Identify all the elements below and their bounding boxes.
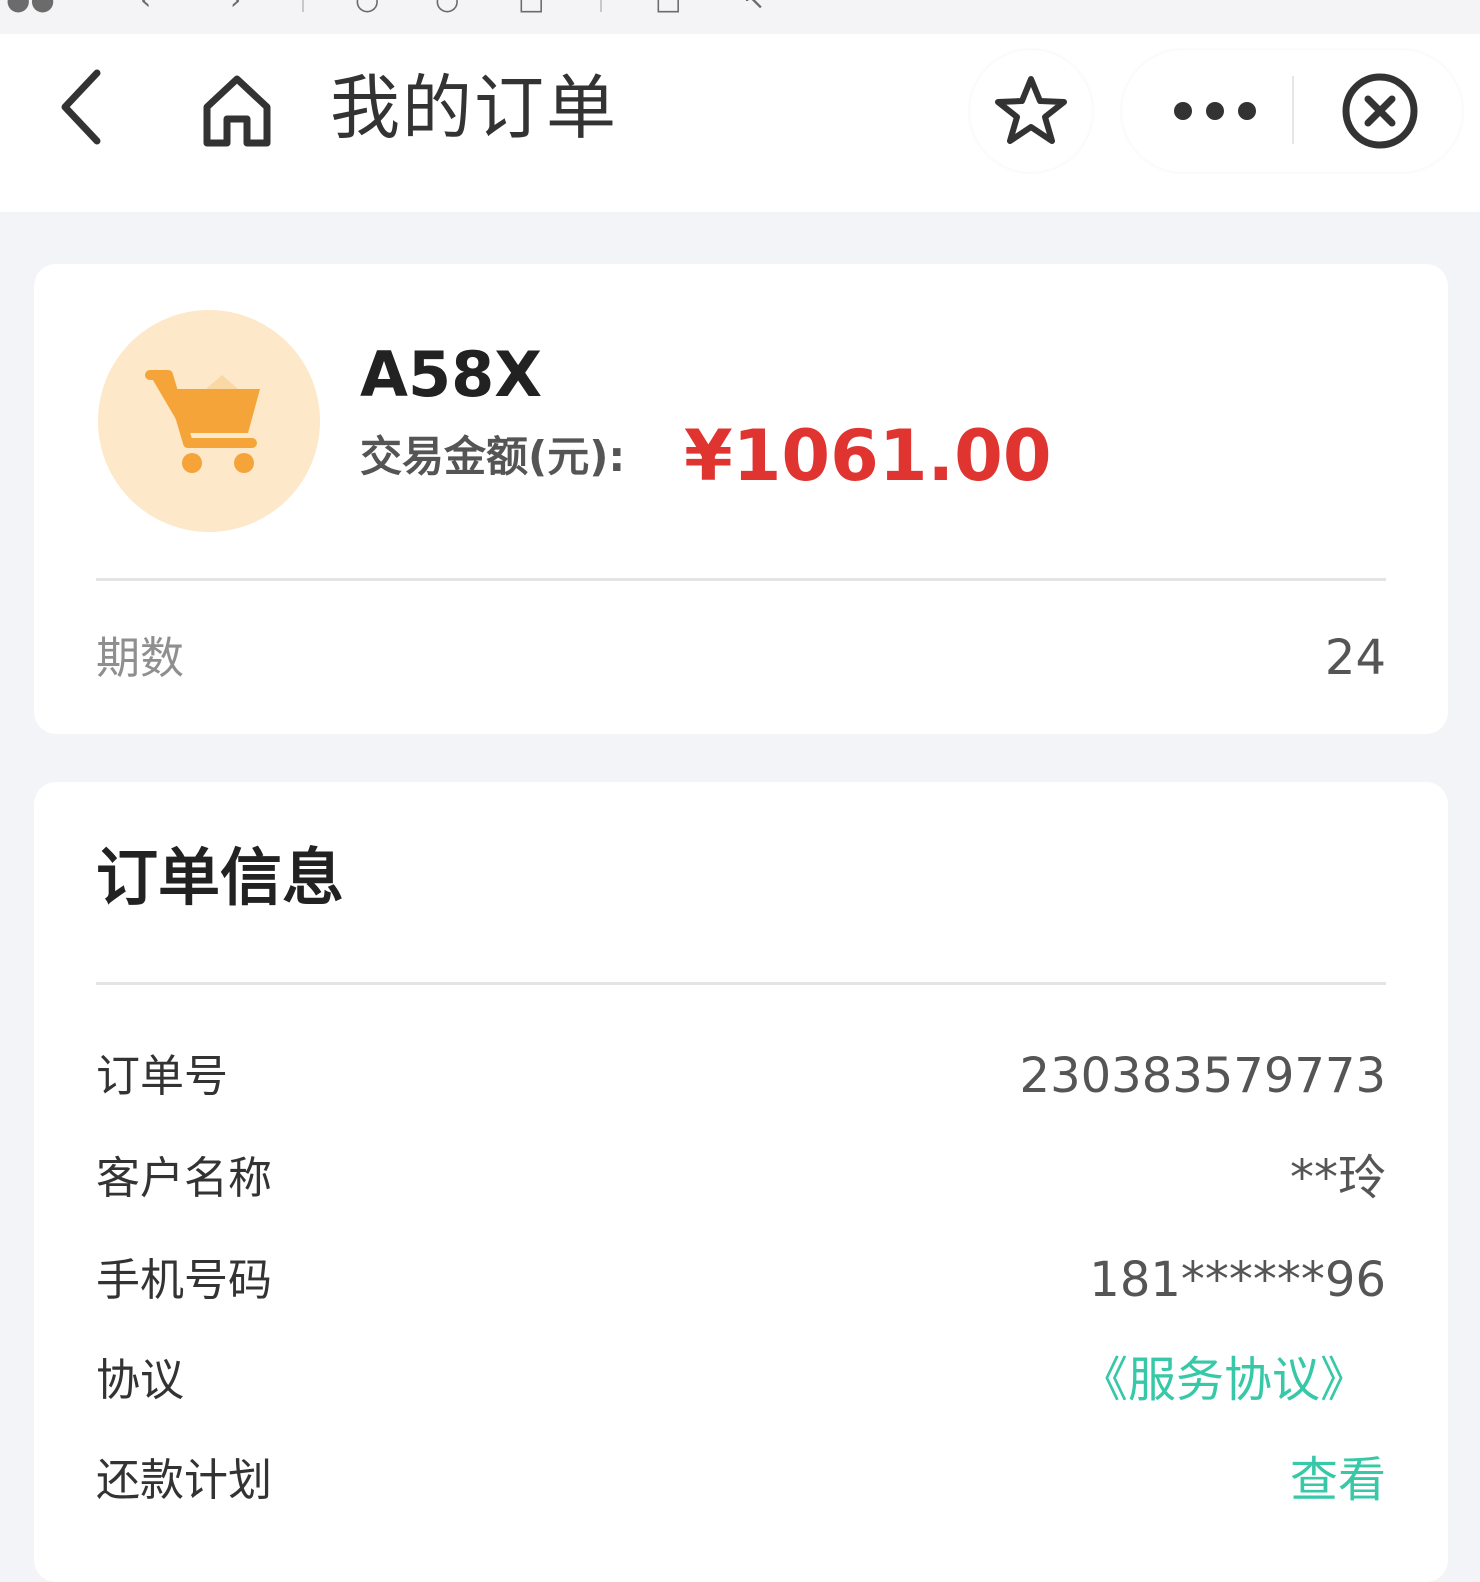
section-title: 订单信息 bbox=[96, 841, 345, 914]
periods-label: 期数 bbox=[96, 633, 184, 684]
close-button[interactable] bbox=[1320, 50, 1440, 172]
toolbar-separator bbox=[302, 0, 304, 12]
favorite-button[interactable] bbox=[970, 50, 1092, 172]
view-repayment-plan-link[interactable]: 查看 bbox=[1290, 1452, 1386, 1508]
home-button[interactable] bbox=[192, 66, 282, 156]
product-name: A58X bbox=[360, 338, 543, 411]
back-button[interactable] bbox=[40, 62, 120, 152]
amount-label: 交易金额(元): bbox=[360, 432, 626, 481]
close-circle-icon bbox=[1342, 73, 1418, 149]
customer-name-value: **玲 bbox=[1289, 1150, 1386, 1206]
home-icon bbox=[203, 75, 271, 147]
order-info-card: 订单信息 订单号 230383579773 客户名称 **玲 手机号码 181*… bbox=[34, 782, 1448, 1582]
page-title: 我的订单 bbox=[330, 67, 618, 149]
screenshot-icon[interactable]: □ bbox=[518, 0, 544, 14]
toolbar-separator bbox=[600, 0, 602, 12]
order-number-value: 230383579773 bbox=[1019, 1048, 1386, 1104]
browser-forward-icon[interactable]: › bbox=[230, 0, 241, 14]
star-icon bbox=[995, 76, 1067, 144]
divider bbox=[96, 578, 1386, 581]
window-controls-icon[interactable]: ●● bbox=[6, 0, 55, 14]
more-button[interactable] bbox=[1140, 50, 1290, 172]
amount-value: ¥1061.00 bbox=[684, 415, 1052, 497]
repayment-plan-label: 还款计划 bbox=[96, 1455, 272, 1506]
browser-back-icon[interactable]: ‹ bbox=[140, 0, 151, 14]
customer-name-label: 客户名称 bbox=[96, 1153, 272, 1204]
periods-value: 24 bbox=[1324, 630, 1386, 686]
agreement-label: 协议 bbox=[96, 1355, 184, 1406]
zoom-out-icon[interactable]: ○ bbox=[355, 0, 379, 14]
divider bbox=[96, 982, 1386, 985]
chevron-left-icon bbox=[61, 69, 101, 145]
product-avatar bbox=[98, 310, 320, 532]
more-dots-icon bbox=[1174, 102, 1256, 120]
shopping-cart-icon bbox=[145, 370, 260, 473]
order-number-label: 订单号 bbox=[96, 1051, 228, 1102]
capsule-divider bbox=[1292, 76, 1294, 144]
phone-number-label: 手机号码 bbox=[96, 1255, 272, 1306]
phone-number-value: 181******96 bbox=[1089, 1252, 1386, 1308]
app-header: 我的订单 bbox=[0, 34, 1480, 212]
product-card: A58X 交易金额(元): ¥1061.00 期数 24 bbox=[34, 264, 1448, 734]
browser-toolbar: ●● ‹ › ○ ○ □ □ ↖ bbox=[0, 0, 1480, 34]
pointer-icon[interactable]: ↖ bbox=[742, 0, 765, 14]
zoom-in-icon[interactable]: ○ bbox=[435, 0, 459, 14]
service-agreement-link[interactable]: 《服务协议》 bbox=[1080, 1352, 1368, 1408]
share-icon[interactable]: □ bbox=[655, 0, 681, 14]
